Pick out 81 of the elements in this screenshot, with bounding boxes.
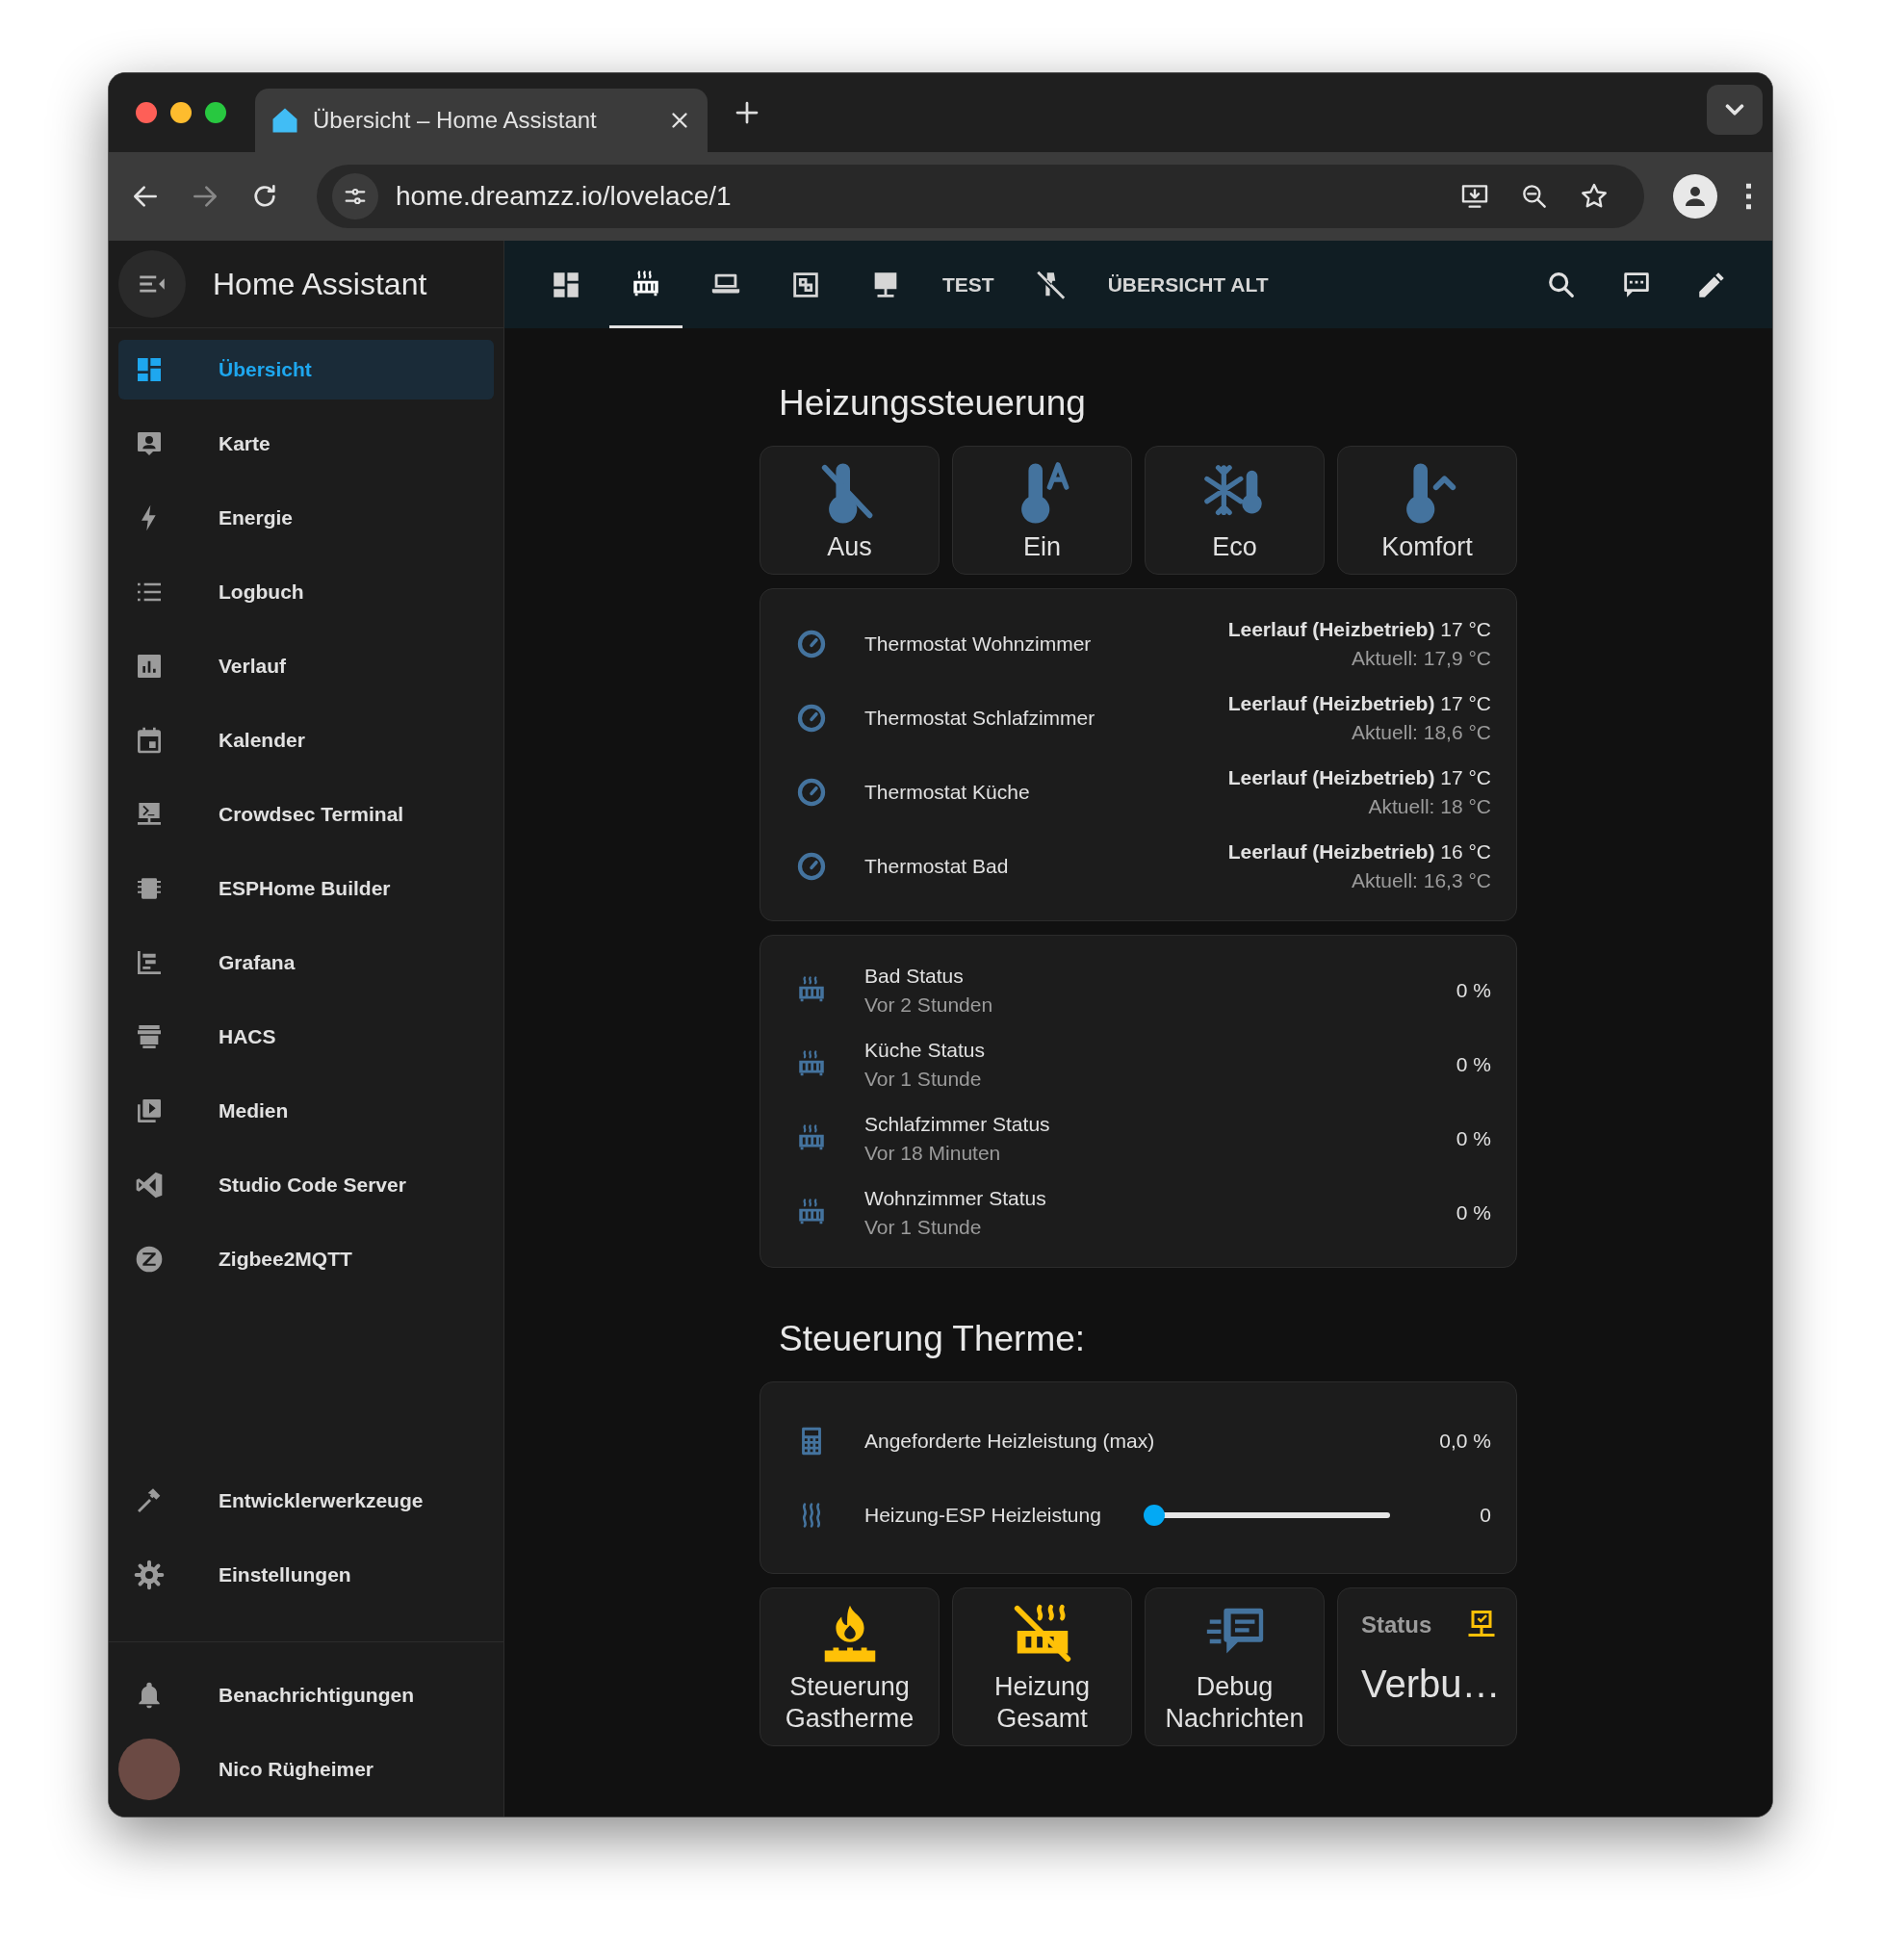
code-icon — [134, 1170, 165, 1200]
status-value: 0 % — [1456, 1052, 1491, 1076]
current-temperature: Aktuell: 18 °C — [1367, 794, 1491, 818]
sidebar-item[interactable]: Zigbee2MQTT — [118, 1229, 494, 1289]
sidebar-item[interactable]: ESPHome Builder — [118, 859, 494, 918]
status-row[interactable]: Schlafzimmer Status Vor 18 Minuten 0 % — [787, 1101, 1491, 1176]
status-value: 0 % — [1456, 978, 1491, 1002]
thermostat-row[interactable]: Thermostat Schlafzimmer Leerlauf (Heizbetrieb) 17 °C Aktuell: 18,6 °C — [787, 681, 1491, 756]
entity-name: Thermostat Bad — [864, 854, 1010, 878]
entity-value: 0 — [1479, 1503, 1491, 1527]
close-window-button[interactable] — [136, 102, 157, 123]
entity-name: Thermostat Küche — [864, 780, 1031, 804]
url-text: home.dreamzz.io/lovelace/1 — [396, 181, 733, 212]
status-value: 0 % — [1456, 1200, 1491, 1225]
thermostat-state: Leerlauf (Heizbetrieb) 17 °C — [1227, 617, 1491, 641]
chevron-down-icon — [1724, 104, 1745, 116]
sidebar-item[interactable]: Verlauf — [118, 636, 494, 696]
status-name: Schlafzimmer Status — [864, 1112, 1051, 1136]
sidebar-item[interactable]: Logbuch — [118, 562, 494, 622]
mode-button[interactable]: Eco — [1145, 446, 1325, 576]
thermostat-row[interactable]: Thermostat Wohnzimmer Leerlauf (Heizbetrieb) 17 °C Aktuell: 17,9 °C — [787, 606, 1491, 682]
sidebar-item[interactable]: Medien — [118, 1081, 494, 1141]
sidebar-item[interactable]: Einstellungen — [118, 1545, 494, 1605]
sidebar-item[interactable]: HACS — [118, 1007, 494, 1067]
status-time: Vor 1 Stunde — [864, 1067, 983, 1091]
thermostat-state: Leerlauf (Heizbetrieb) 17 °C — [1227, 691, 1491, 715]
status-tile[interactable]: Status Verbu… — [1337, 1587, 1517, 1747]
current-temperature: Aktuell: 16,3 °C — [1351, 868, 1491, 892]
sidebar-item[interactable]: Energie — [118, 488, 494, 548]
sidebar-item[interactable]: Crowdsec Terminal — [118, 785, 494, 844]
action-button[interactable]: Debug Nachrichten — [1145, 1587, 1325, 1747]
mode-button[interactable]: Komfort — [1337, 446, 1517, 576]
tile-name: Status — [1361, 1612, 1432, 1639]
entity-name: Thermostat Wohnzimmer — [864, 632, 1093, 656]
sidebar-item[interactable]: Grafana — [118, 933, 494, 993]
entity-name: Heizung-ESP Heizleistung — [864, 1503, 1102, 1527]
settings-icon — [134, 1560, 165, 1590]
minimize-window-button[interactable] — [170, 102, 192, 123]
sidebar-item[interactable]: Übersicht — [118, 340, 494, 400]
sidebar-item[interactable]: Studio Code Server — [118, 1155, 494, 1215]
thermostat-row[interactable]: Thermostat Küche Leerlauf (Heizbetrieb) 17 °C Aktuell: 18 °C — [787, 755, 1491, 830]
sidebar-item[interactable]: Entwicklerwerkzeuge — [118, 1471, 494, 1531]
mode-button[interactable]: Ein — [952, 446, 1132, 576]
current-temperature: Aktuell: 18,6 °C — [1351, 720, 1491, 744]
mode-button[interactable]: Aus — [760, 446, 940, 576]
status-row[interactable]: Wohnzimmer Status Vor 1 Stunde 0 % — [787, 1175, 1491, 1251]
view-tab[interactable]: TEST — [929, 241, 1008, 328]
status-time: Vor 18 Minuten — [864, 1141, 1002, 1165]
thermostat-row[interactable]: Thermostat Bad Leerlauf (Heizbetrieb) 16 °C Aktuell: 16,3 °C — [787, 829, 1491, 904]
entity-name: Angeforderte Heizleistung (max) — [864, 1429, 1156, 1453]
address-bar[interactable]: home.dreamzz.io/lovelace/1 — [317, 165, 1644, 228]
current-temperature: Aktuell: 17,9 °C — [1351, 646, 1491, 670]
status-row[interactable]: Bad Status Vor 2 Stunden 0 % — [787, 953, 1491, 1028]
status-name: Bad Status — [864, 964, 965, 988]
section-heading: Heizungssteuerung — [779, 382, 1087, 425]
status-time: Vor 1 Stunde — [864, 1215, 983, 1239]
tile-state: Verbu… — [1361, 1662, 1501, 1708]
browser-tab[interactable]: Übersicht – Home Assistant — [255, 89, 708, 152]
app-title: Home Assistant — [213, 266, 427, 302]
notifications-item[interactable]: Benachrichtigungen — [118, 1665, 494, 1725]
action-button[interactable]: Heizung Gesamt — [952, 1587, 1132, 1747]
entity-name: Thermostat Schlafzimmer — [864, 706, 1096, 730]
sidebar-item[interactable]: Kalender — [118, 710, 494, 770]
sidebar-item[interactable]: Karte — [118, 414, 494, 474]
entity-value: 0,0 % — [1439, 1429, 1491, 1453]
status-time: Vor 2 Stunden — [864, 993, 994, 1017]
thermostat-state: Leerlauf (Heizbetrieb) 17 °C — [1227, 765, 1491, 789]
tab-list-button[interactable] — [1707, 85, 1763, 135]
slider-handle[interactable] — [1144, 1504, 1165, 1526]
house-logo-icon — [271, 106, 299, 135]
status-value: 0 % — [1456, 1126, 1491, 1150]
action-button[interactable]: Steuerung Gastherme — [760, 1587, 940, 1747]
maximize-window-button[interactable] — [205, 102, 226, 123]
user-item[interactable]: Nico Rügheimer — [118, 1740, 494, 1799]
view-tab[interactable]: ÜBERSICHT ALT — [1094, 241, 1282, 328]
thermostat-state: Leerlauf (Heizbetrieb) 16 °C — [1227, 839, 1491, 864]
more-menu-icon — [1746, 183, 1751, 210]
status-row[interactable]: Küche Status Vor 1 Stunde 0 % — [787, 1027, 1491, 1102]
section-heading: Steuerung Therme: — [779, 1318, 1087, 1361]
status-name: Küche Status — [864, 1038, 986, 1062]
status-name: Wohnzimmer Status — [864, 1186, 1047, 1210]
